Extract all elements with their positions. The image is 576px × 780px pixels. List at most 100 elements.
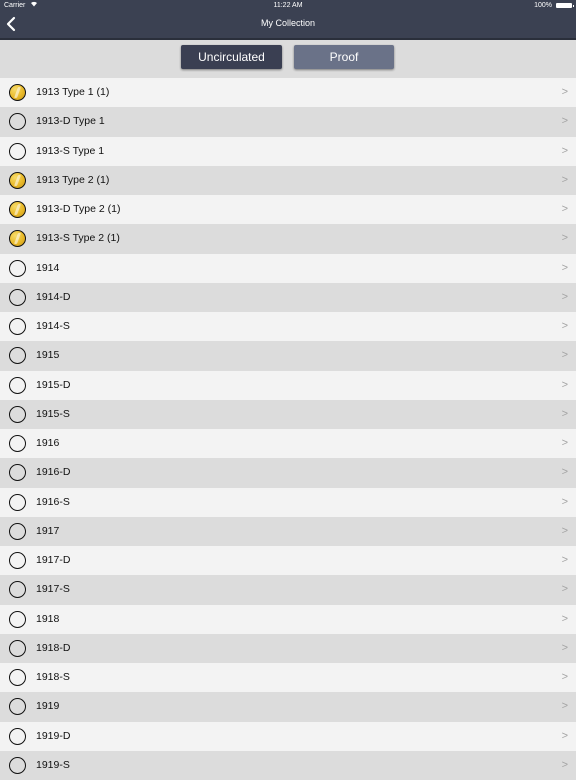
battery-percent: 100% bbox=[534, 2, 552, 9]
coin-empty-icon bbox=[9, 522, 26, 540]
nav-bar: My Collection bbox=[0, 11, 576, 38]
chevron-right-icon: > bbox=[561, 671, 568, 683]
coin-owned-icon bbox=[9, 201, 26, 218]
chevron-right-icon: > bbox=[561, 758, 568, 771]
list-item-label: 1913-S Type 1 bbox=[36, 144, 105, 157]
chevron-right-icon: > bbox=[561, 261, 568, 274]
list-item-label: 1918-S bbox=[36, 671, 70, 683]
chevron-right-icon: > bbox=[561, 466, 568, 479]
list-item[interactable]: 1918-D > bbox=[0, 633, 576, 663]
chevron-right-icon: > bbox=[561, 349, 568, 362]
coin-empty-icon bbox=[9, 405, 26, 423]
segment-proof[interactable]: Proof bbox=[294, 45, 394, 69]
list-item-label: 1915 bbox=[36, 349, 60, 362]
list-item-label: 1919-D bbox=[36, 729, 71, 742]
list-item-label: 1913-D Type 2 (1) bbox=[36, 203, 121, 215]
list-item[interactable]: 1919 > bbox=[0, 692, 576, 722]
list-item-label: 1916 bbox=[36, 437, 60, 449]
chevron-right-icon: > bbox=[561, 495, 568, 508]
coin-empty-icon bbox=[9, 435, 26, 452]
chevron-right-icon: > bbox=[561, 378, 568, 391]
list-item-label: 1916-S bbox=[36, 495, 70, 508]
chevron-right-icon: > bbox=[561, 641, 568, 654]
list-item[interactable]: 1913-S Type 2 (1) > bbox=[0, 224, 576, 254]
coin-list: 1913 Type 1 (1) >1913-D Type 1 >1913-S Typ… bbox=[0, 78, 576, 780]
coin-empty-icon bbox=[9, 698, 26, 716]
list-item[interactable]: 1913 Type 1 (1) > bbox=[0, 78, 576, 108]
list-item[interactable]: 1913 Type 2 (1) > bbox=[0, 165, 576, 195]
list-item-label: 1917-S bbox=[36, 583, 70, 596]
coin-empty-icon bbox=[9, 581, 26, 599]
battery-icon bbox=[556, 3, 574, 8]
list-item[interactable]: 1919-S > bbox=[0, 750, 576, 780]
list-item[interactable]: 1915-D > bbox=[0, 370, 576, 400]
chevron-right-icon: > bbox=[561, 729, 568, 742]
coin-empty-icon bbox=[9, 376, 26, 394]
list-item-label: 1913 Type 1 (1) bbox=[36, 86, 110, 98]
list-item[interactable]: 1914-D > bbox=[0, 282, 576, 312]
list-item-label: 1915-D bbox=[36, 378, 71, 391]
chevron-right-icon: > bbox=[561, 320, 568, 332]
list-item-label: 1917 bbox=[36, 524, 60, 537]
chevron-right-icon: > bbox=[561, 612, 568, 625]
coin-empty-icon bbox=[9, 142, 26, 160]
list-item[interactable]: 1916-S > bbox=[0, 487, 576, 517]
coin-empty-icon bbox=[9, 756, 26, 774]
list-item-label: 1914-S bbox=[36, 320, 70, 332]
list-item-label: 1913-D Type 1 bbox=[36, 115, 105, 128]
chevron-right-icon: > bbox=[561, 554, 568, 566]
coin-empty-icon bbox=[9, 288, 26, 306]
segment-uncirculated[interactable]: Uncirculated bbox=[181, 45, 282, 69]
list-item[interactable]: 1916-D > bbox=[0, 458, 576, 488]
coin-empty-icon bbox=[9, 552, 26, 569]
list-item[interactable]: 1917 > bbox=[0, 516, 576, 546]
list-item-label: 1919-S bbox=[36, 758, 70, 771]
list-item-label: 1913 Type 2 (1) bbox=[36, 173, 110, 186]
chevron-right-icon: > bbox=[561, 203, 568, 215]
list-item-label: 1917-D bbox=[36, 554, 71, 566]
list-item[interactable]: 1915 > bbox=[0, 341, 576, 371]
segmented-control: Uncirculated Proof bbox=[0, 40, 576, 76]
chevron-right-icon: > bbox=[561, 583, 568, 596]
coin-empty-icon bbox=[9, 259, 26, 277]
list-item-label: 1916-D bbox=[36, 466, 71, 479]
coin-empty-icon bbox=[9, 639, 26, 657]
list-item[interactable]: 1918-S > bbox=[0, 663, 576, 693]
chevron-right-icon: > bbox=[561, 86, 568, 98]
coin-owned-icon bbox=[9, 84, 26, 101]
coin-empty-icon bbox=[9, 347, 26, 365]
list-item-label: 1918 bbox=[36, 612, 60, 625]
chevron-right-icon: > bbox=[561, 437, 568, 449]
coin-empty-icon bbox=[9, 610, 26, 628]
coin-empty-icon bbox=[9, 493, 26, 511]
chevron-right-icon: > bbox=[561, 700, 568, 713]
list-item-label: 1915-S bbox=[36, 407, 70, 420]
coin-empty-icon bbox=[9, 318, 26, 335]
list-item-label: 1918-D bbox=[36, 641, 71, 654]
page-title: My Collection bbox=[260, 18, 316, 28]
coin-owned-icon bbox=[9, 171, 26, 189]
list-item[interactable]: 1913-D Type 1 > bbox=[0, 107, 576, 137]
list-item-label: 1919 bbox=[36, 700, 60, 713]
list-item[interactable]: 1913-D Type 2 (1) > bbox=[0, 195, 576, 225]
coin-empty-icon bbox=[9, 669, 26, 686]
chevron-right-icon: > bbox=[561, 115, 568, 128]
status-time: 11:22 AM bbox=[273, 2, 303, 9]
list-item-label: 1913-S Type 2 (1) bbox=[36, 232, 120, 245]
coin-empty-icon bbox=[9, 727, 26, 745]
list-item[interactable]: 1919-D > bbox=[0, 721, 576, 751]
list-item[interactable]: 1914-S > bbox=[0, 312, 576, 342]
coin-empty-icon bbox=[9, 464, 26, 482]
coin-owned-icon bbox=[9, 230, 26, 248]
chevron-right-icon: > bbox=[561, 144, 568, 157]
chevron-right-icon: > bbox=[561, 407, 568, 420]
list-item[interactable]: 1917-S > bbox=[0, 575, 576, 605]
list-item[interactable]: 1915-S > bbox=[0, 399, 576, 429]
chevron-right-icon: > bbox=[561, 173, 568, 186]
status-bar: Carrier 11:22 AM 100% bbox=[0, 0, 576, 11]
list-item[interactable]: 1913-S Type 1 > bbox=[0, 136, 576, 166]
list-item[interactable]: 1918 > bbox=[0, 604, 576, 634]
list-item[interactable]: 1917-D > bbox=[0, 546, 576, 576]
list-item[interactable]: 1914 > bbox=[0, 253, 576, 283]
list-item[interactable]: 1916 > bbox=[0, 429, 576, 459]
